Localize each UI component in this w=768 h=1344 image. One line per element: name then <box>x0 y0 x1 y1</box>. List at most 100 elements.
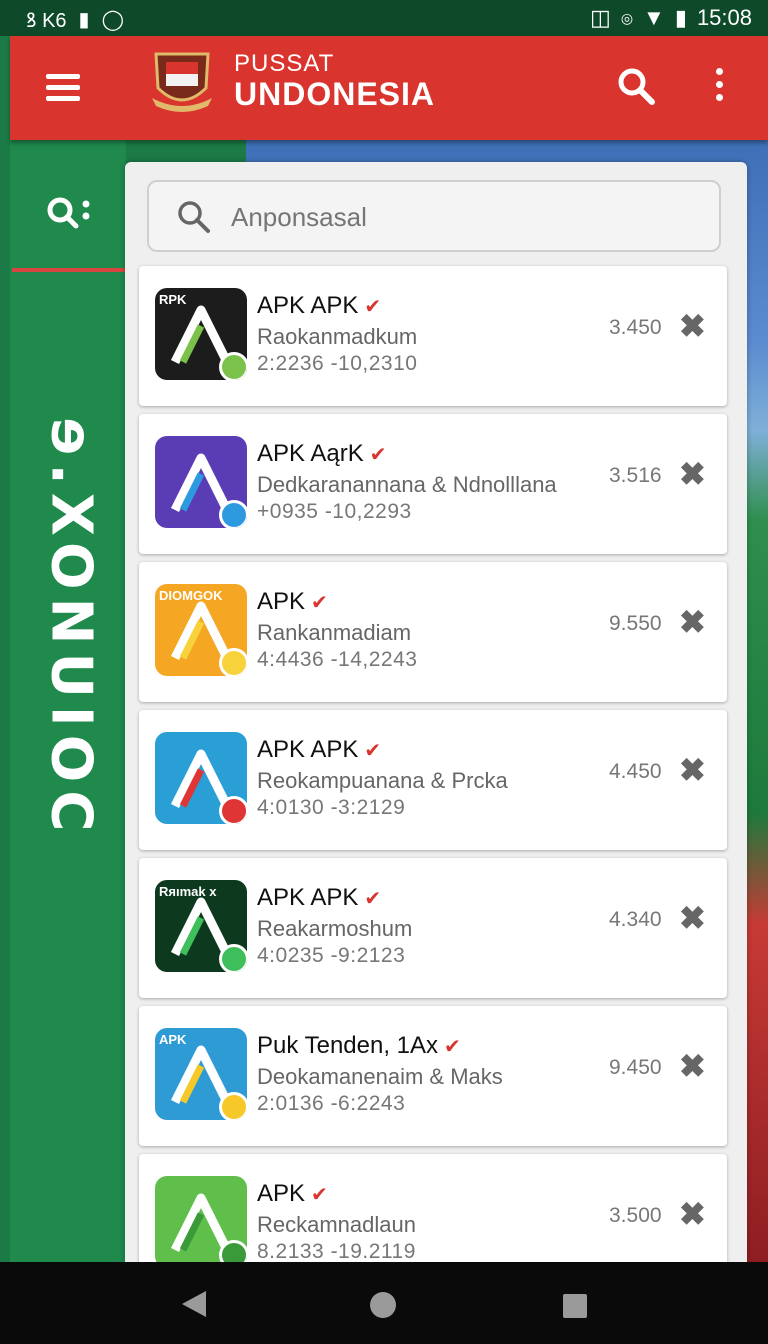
verified-icon: ✔ <box>364 888 382 910</box>
app-name-text: APK APK <box>257 292 359 319</box>
wifi-icon: ▼ <box>643 5 665 30</box>
app-rating: 3.500 <box>609 1204 662 1227</box>
badge-icon <box>219 352 247 380</box>
badge-icon <box>219 500 247 528</box>
app-name: APK ✔ <box>257 1180 328 1208</box>
status-right: ◫ ◎ ▼ ▮ 15:08 <box>590 5 752 31</box>
remove-icon[interactable]: ✖ <box>679 902 706 934</box>
app-list-item[interactable]: RPK APK APK ✔ Raokanmadkum 2:2236 -10,231… <box>139 266 727 406</box>
remove-icon[interactable]: ✖ <box>679 458 706 490</box>
app-title-line2: UNDONESIA <box>234 76 436 112</box>
app-icon-tag: DIOMGOK <box>159 588 223 603</box>
verified-icon: ✔ <box>369 444 387 466</box>
status-bar: ꝸ K6 ▮ ◯ ◫ ◎ ▼ ▮ 15:08 <box>0 0 768 36</box>
crest-logo <box>152 52 212 112</box>
home-icon[interactable] <box>370 1292 396 1318</box>
verified-icon: ✔ <box>364 740 382 762</box>
clock: 15:08 <box>696 5 752 30</box>
app-description: Dedkaranannana & Ndnolllana <box>257 472 557 497</box>
side-divider <box>12 268 126 272</box>
app-description: Reakarmoshum <box>257 916 413 941</box>
app-icon <box>155 732 247 824</box>
more-options-icon[interactable] <box>712 68 726 108</box>
app-list-item[interactable]: APK APK ✔ Reokampuanana & Prcka 4:0130 -3… <box>139 710 727 850</box>
app-title-line1: PUSSAT <box>234 50 335 77</box>
app-dates: 8.2133 -19.2119 <box>257 1240 416 1262</box>
app-dates: 4:4436 -14,2243 <box>257 648 418 671</box>
app-bar: PUSSAT UNDONESIA <box>10 36 768 140</box>
app-description: Reckamnadlaun <box>257 1212 416 1237</box>
remove-icon[interactable]: ✖ <box>679 606 706 638</box>
app-name: APK APK ✔ <box>257 292 381 320</box>
app-description: Rankanmadiam <box>257 620 412 645</box>
chat-icon: ▮ <box>78 9 90 31</box>
search-icon[interactable] <box>616 66 656 106</box>
app-description: Raokanmadkum <box>257 324 418 349</box>
app-name: Puk Tenden, 1Ax ✔ <box>257 1032 461 1060</box>
app-list-item[interactable]: APK ✔ Reckamnadlaun 8.2133 -19.2119 3.500… <box>139 1154 727 1262</box>
back-icon[interactable] <box>182 1291 206 1317</box>
status-left-text: ꝸ K6 <box>26 10 67 32</box>
app-name-text: APK <box>257 1180 306 1207</box>
vertical-label: ɘ.XONUIOC <box>26 318 116 938</box>
app-rating: 9.550 <box>609 612 662 635</box>
app-title: PUSSAT UNDONESIA <box>234 50 435 113</box>
battery-icon: ▮ <box>674 5 687 30</box>
app-list-item[interactable]: APK AąrK ✔ Dedkaranannana & Ndnolllana +0… <box>139 414 727 554</box>
app-name-text: APK AąrK <box>257 440 364 467</box>
hamburger-menu-icon[interactable] <box>46 74 80 102</box>
verified-icon: ✔ <box>444 1036 461 1058</box>
remove-icon[interactable]: ✖ <box>679 1198 706 1230</box>
app-list-item[interactable]: Rяımak x APK APK ✔ Reakarmoshum 4:0235 -9… <box>139 858 727 998</box>
navigation-bar <box>0 1262 768 1344</box>
app-description: Reokampuanana & Prcka <box>257 768 508 793</box>
search-bar[interactable] <box>147 180 721 252</box>
app-list-item[interactable]: DIOMGOK APK ✔ Rankanmadiam 4:4436 -14,224… <box>139 562 727 702</box>
verified-icon: ✔ <box>364 296 382 318</box>
app-name-text: Puk Tenden, 1Ax <box>257 1032 439 1059</box>
app-dates: 4:0130 -3:2129 <box>257 796 406 819</box>
app-rating: 9.450 <box>609 1056 662 1079</box>
app-icon: Rяımak x <box>155 880 247 972</box>
verified-icon: ✔ <box>311 592 328 614</box>
app-icon-tag: Rяımak x <box>159 884 217 899</box>
search-filter-icon[interactable] <box>44 194 94 234</box>
app-dates: 4:0235 -9:2123 <box>257 944 406 967</box>
app-icon-tag: APK <box>159 1032 187 1047</box>
app-icon: APK <box>155 1028 247 1120</box>
remove-icon[interactable]: ✖ <box>679 754 706 786</box>
whatsapp-icon: ◯ <box>101 9 124 31</box>
app-list-item[interactable]: APK Puk Tenden, 1Ax ✔ Deokamanenaim & Mak… <box>139 1006 727 1146</box>
badge-icon <box>219 796 247 824</box>
side-panel: ɘ.XONUIOC <box>10 138 126 1262</box>
app-icon <box>155 1176 247 1262</box>
recents-icon[interactable] <box>563 1294 587 1318</box>
badge-icon <box>219 648 247 676</box>
app-dates: 2:2236 -10,2310 <box>257 352 418 375</box>
app-icon: DIOMGOK <box>155 584 247 676</box>
app-dates: +0935 -10,2293 <box>257 500 412 523</box>
badge-icon <box>219 1092 247 1120</box>
vertical-label-text: ɘ.XONUIOC <box>38 417 104 839</box>
app-rating: 3.450 <box>609 316 662 339</box>
search-icon <box>178 201 210 233</box>
app-icon <box>155 436 247 528</box>
status-left: ꝸ K6 ▮ ◯ <box>26 6 124 33</box>
remove-icon[interactable]: ✖ <box>679 1050 706 1082</box>
app-name-text: APK <box>257 588 306 615</box>
app-description: Deokamanenaim & Maks <box>257 1064 503 1089</box>
app-name-text: APK APK <box>257 884 359 911</box>
app-name: APK APK ✔ <box>257 884 381 912</box>
app-name: APK ✔ <box>257 588 328 616</box>
remove-icon[interactable]: ✖ <box>679 310 706 342</box>
app-name: APK APK ✔ <box>257 736 381 764</box>
app-rating: 4.340 <box>609 908 662 931</box>
search-input[interactable] <box>229 196 703 238</box>
app-dates: 2:0136 -6:2243 <box>257 1092 406 1115</box>
app-rating: 3.516 <box>609 464 662 487</box>
app-icon-tag: RPK <box>159 292 187 307</box>
badge-icon <box>219 1240 247 1262</box>
verified-icon: ✔ <box>311 1184 328 1206</box>
app-rating: 4.450 <box>609 760 662 783</box>
network-icon: ◎ <box>620 9 634 26</box>
